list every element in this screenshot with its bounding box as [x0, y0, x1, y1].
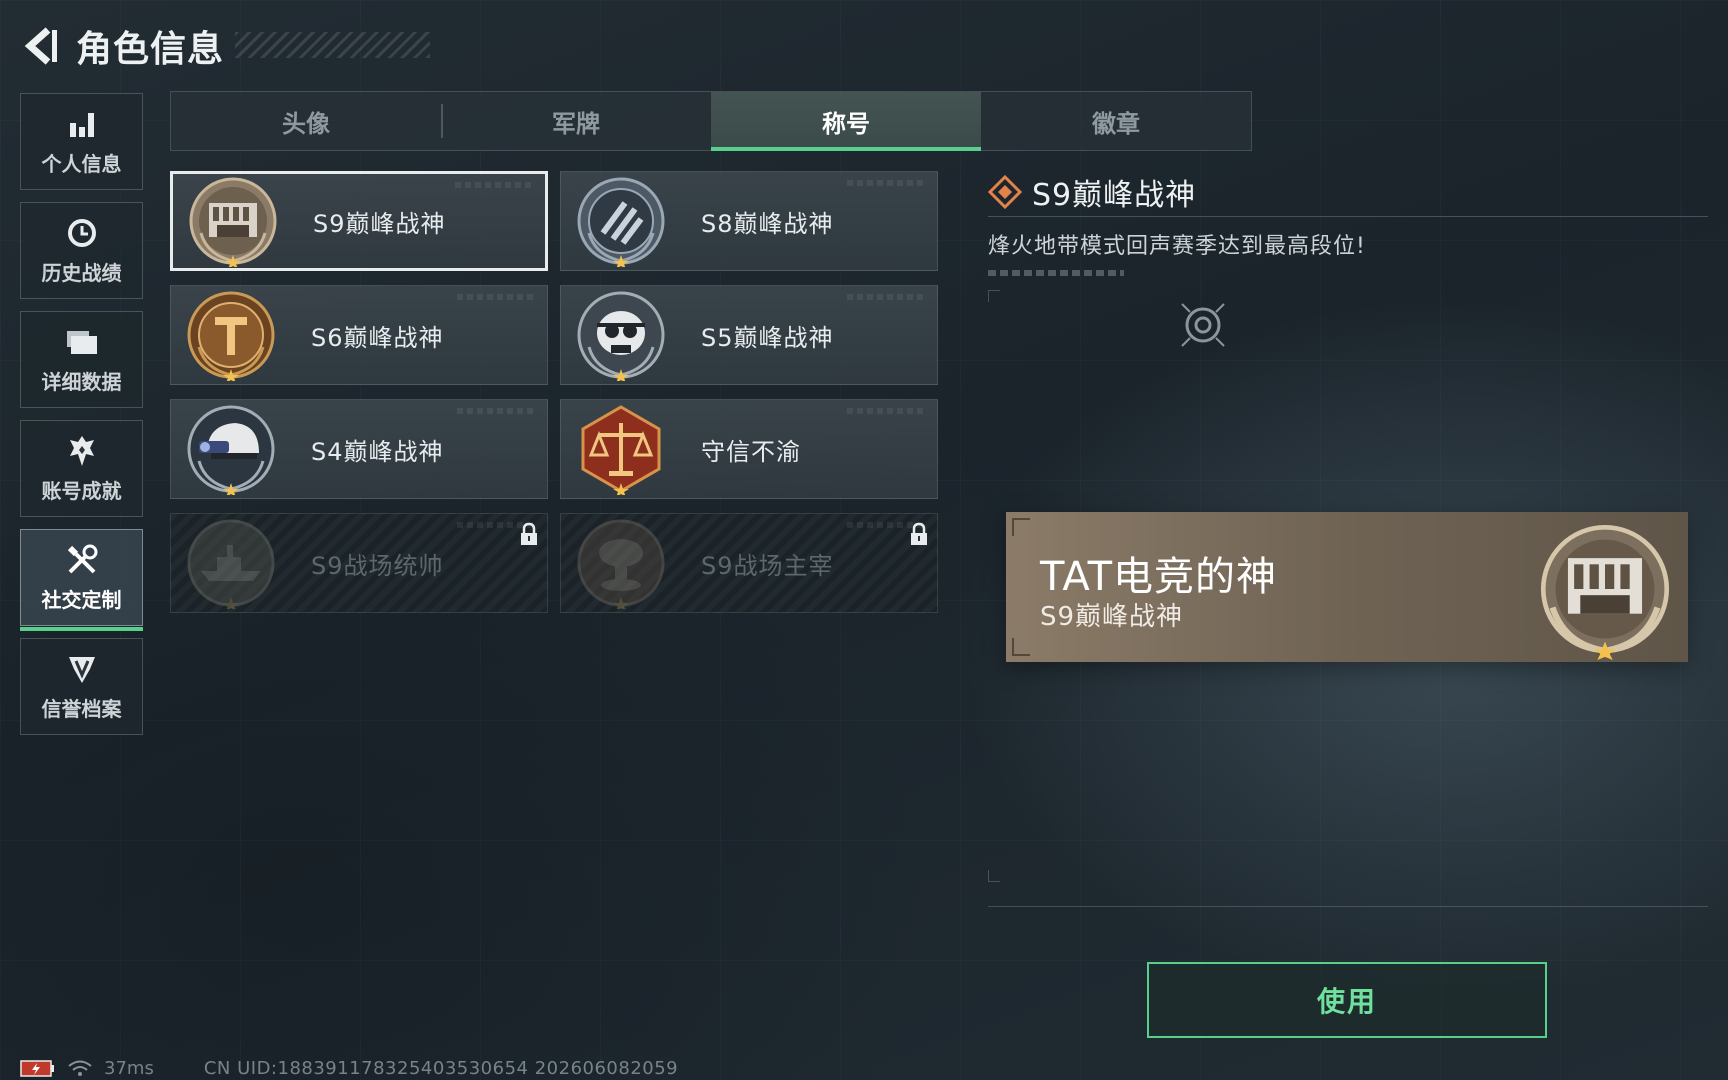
mushroom-cloud-emblem-icon — [577, 519, 665, 609]
sidebar-item-label: 历史战绩 — [41, 261, 122, 285]
sidebar-item-history[interactable]: 历史战绩 — [20, 202, 143, 299]
title-preview-banner: TAT电竞的神 S9巅峰战神 — [1006, 512, 1688, 662]
lock-icon — [911, 522, 927, 545]
tab-avatar[interactable]: 头像 — [171, 92, 441, 150]
title-card-s5-peak[interactable]: S5巅峰战神 — [560, 285, 938, 385]
title-card-keep-faith[interactable]: 守信不渝 — [560, 399, 938, 499]
tab-dog-tag[interactable]: 军牌 — [441, 92, 711, 150]
header: 角色信息 — [20, 18, 430, 74]
sidebar-item-label: 详细数据 — [41, 370, 122, 394]
use-button[interactable]: 使用 — [1147, 962, 1547, 1038]
title-name: S8巅峰战神 — [701, 209, 834, 238]
helmet-emblem-icon — [187, 405, 275, 495]
warship-emblem-icon — [187, 519, 275, 609]
page-title: 角色信息 — [76, 29, 225, 70]
sidebar-item-credit-profile[interactable]: 信誉档案 — [20, 638, 143, 735]
title-card-s4-peak[interactable]: S4巅峰战神 — [170, 399, 548, 499]
title-name: S5巅峰战神 — [701, 323, 834, 352]
title-name: S9战场主宰 — [701, 551, 834, 580]
title-card-s9-peak[interactable]: S9巅峰战神 — [170, 171, 548, 271]
fortress-emblem-icon — [189, 177, 277, 267]
sidebar: 个人信息 历史战绩 详细数据 账号成就 社交定制 信誉档案 — [20, 93, 143, 747]
folder-icon — [65, 324, 99, 360]
preview-title-name: S9巅峰战神 — [1040, 602, 1184, 632]
use-button-label: 使用 — [1316, 985, 1377, 1018]
title-card-s9-commander[interactable]: S9战场统帅 — [170, 513, 548, 613]
scales-emblem-icon — [581, 405, 661, 495]
detail-title-row: S9巅峰战神 — [988, 170, 1708, 214]
back-arrow-icon — [24, 27, 57, 65]
battery-charging-icon — [20, 1060, 54, 1077]
detail-title: S9巅峰战神 — [1032, 178, 1197, 213]
diamond-marker-icon — [988, 175, 1022, 209]
frame-corner — [988, 290, 1000, 302]
detail-divider — [988, 216, 1708, 217]
title-name: S6巅峰战神 — [311, 323, 444, 352]
sidebar-item-personal-info[interactable]: 个人信息 — [20, 93, 143, 190]
sidebar-item-achievements[interactable]: 账号成就 — [20, 420, 143, 517]
title-card-s6-peak[interactable]: S6巅峰战神 — [170, 285, 548, 385]
title-name: S9巅峰战神 — [313, 209, 446, 238]
sidebar-item-label: 社交定制 — [41, 588, 122, 612]
credit-shield-icon — [66, 651, 98, 687]
sidebar-item-label: 信誉档案 — [41, 697, 122, 721]
back-button[interactable] — [20, 23, 62, 69]
tab-title[interactable]: 称号 — [711, 92, 981, 151]
sidebar-item-detailed-data[interactable]: 详细数据 — [20, 311, 143, 408]
title-name: S9战场统帅 — [311, 551, 444, 580]
sidebar-item-label: 账号成就 — [41, 479, 122, 503]
bar-chart-icon — [67, 106, 97, 142]
title-name: S4巅峰战神 — [311, 437, 444, 466]
sidebar-item-social-customize[interactable]: 社交定制 — [20, 529, 143, 631]
frame-corner — [988, 870, 1000, 882]
t-shield-emblem-icon — [187, 291, 275, 381]
slash-shield-emblem-icon — [577, 177, 665, 267]
detail-decoration — [988, 270, 1124, 276]
history-clock-icon — [65, 215, 99, 251]
bottom-divider — [988, 906, 1708, 907]
fortress-emblem-icon — [1540, 524, 1670, 660]
preview-player-name: TAT电竞的神 — [1040, 554, 1278, 600]
skull-emblem-icon — [577, 291, 665, 381]
tab-badge[interactable]: 徽章 — [981, 92, 1251, 150]
title-name: 守信不渝 — [701, 437, 801, 466]
tab-bar: 头像 军牌 称号 徽章 — [170, 91, 1252, 151]
achievement-icon — [66, 433, 98, 469]
lock-icon — [521, 522, 537, 545]
target-icon — [1181, 303, 1225, 347]
title-card-s9-dominator[interactable]: S9战场主宰 — [560, 513, 938, 613]
title-decoration — [235, 32, 430, 58]
ping-value: 37ms — [104, 1057, 154, 1079]
detail-description: 烽火地带模式回声赛季达到最高段位! — [988, 234, 1366, 259]
wifi-icon — [68, 1060, 92, 1076]
tools-icon — [65, 542, 99, 578]
sidebar-item-label: 个人信息 — [41, 152, 122, 176]
user-uid: CN UID:188391178325403530654 20260608205… — [203, 1057, 679, 1079]
title-card-s8-peak[interactable]: S8巅峰战神 — [560, 171, 938, 271]
status-bar: 37ms CN UID:188391178325403530654 202606… — [20, 1056, 678, 1080]
title-detail-panel: S9巅峰战神 烽火地带模式回声赛季达到最高段位! — [988, 170, 1708, 882]
